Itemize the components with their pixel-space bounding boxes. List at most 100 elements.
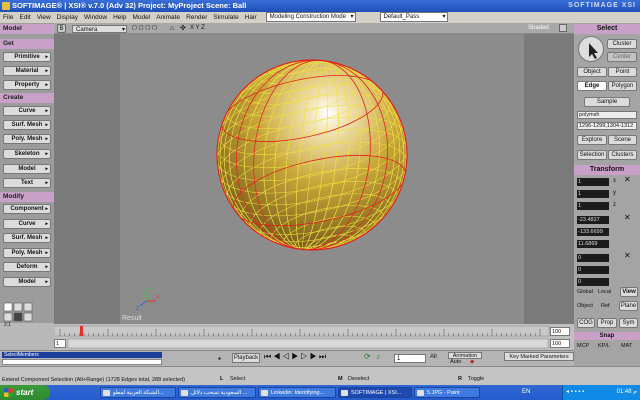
- maximize-viewport-icon[interactable]: [559, 24, 567, 32]
- taskbar-item[interactable]: SOFTIMAGE | XSI...: [338, 387, 412, 398]
- rotate-z-field[interactable]: 11.6869: [577, 240, 609, 248]
- 3d-viewport[interactable]: Y X Z Result: [54, 34, 574, 324]
- timeline-ruler[interactable]: [54, 324, 574, 350]
- axis-buttons[interactable]: X Y Z: [190, 23, 205, 34]
- property-button[interactable]: Property: [3, 80, 51, 90]
- plane-button[interactable]: Plane: [619, 301, 638, 311]
- view-button[interactable]: View: [620, 287, 638, 297]
- material-button[interactable]: Material: [3, 66, 51, 76]
- pass-select[interactable]: Default_Pass: [379, 12, 448, 23]
- scale-close-icon[interactable]: ✕: [624, 175, 631, 184]
- explore-button[interactable]: Explore: [577, 135, 607, 145]
- select-arrow-icon[interactable]: [578, 36, 604, 62]
- primitive-button[interactable]: Primitive: [3, 52, 51, 62]
- shading-select[interactable]: Shaded: [528, 23, 549, 34]
- menu-display[interactable]: Display: [54, 12, 81, 23]
- component-button[interactable]: Component: [3, 204, 51, 214]
- view-icons[interactable]: ◻ ◻ ◻ ◻: [132, 23, 157, 34]
- component-range-field[interactable]: 1296-1299,1304-1312: [577, 122, 637, 130]
- start-button[interactable]: start: [0, 385, 50, 400]
- create-surf-mesh-button[interactable]: Surf. Mesh: [3, 120, 51, 130]
- translate-y-field[interactable]: 0: [577, 266, 609, 274]
- object-ref-button[interactable]: Object: [577, 303, 593, 309]
- transport-icons[interactable]: ⏮◀◁▶▷▶⏭: [264, 352, 328, 362]
- translate-x-field[interactable]: 0: [577, 254, 609, 262]
- clusters-button[interactable]: Clusters: [608, 150, 637, 160]
- cluster-button[interactable]: Cluster: [607, 39, 637, 49]
- stop-icon[interactable]: ▪: [218, 354, 221, 363]
- key-icon[interactable]: ◆: [470, 359, 474, 365]
- polygon-button[interactable]: Polygon: [608, 81, 637, 91]
- prop-button[interactable]: Prop: [597, 318, 617, 328]
- modify-curve-button[interactable]: Curve: [3, 219, 51, 229]
- modify-model-button[interactable]: Model: [3, 277, 51, 287]
- lock-icon[interactable]: ⌂: [170, 23, 174, 34]
- key-marked-button[interactable]: Key Marked Parameters: [504, 352, 574, 361]
- create-curve-button[interactable]: Curve: [3, 106, 51, 116]
- mat-button[interactable]: MAT: [621, 343, 632, 349]
- deform-button[interactable]: Deform: [3, 262, 51, 272]
- modify-surf-mesh-button[interactable]: Surf. Mesh: [3, 233, 51, 243]
- translate-z-field[interactable]: 0: [577, 278, 609, 286]
- create-poly-mesh-button[interactable]: Poly. Mesh: [3, 134, 51, 144]
- taskbar-item[interactable]: 5.JPG - Paint: [414, 387, 480, 398]
- viewport-scene[interactable]: Y X Z: [54, 34, 574, 324]
- mode-select[interactable]: Modeling Construction Mode: [265, 12, 356, 23]
- scene-button[interactable]: Scene: [608, 135, 637, 145]
- ref-button[interactable]: Ref: [601, 303, 610, 309]
- viewport-layout-icon[interactable]: [3, 302, 51, 322]
- selection-button[interactable]: Selection: [577, 150, 607, 160]
- menu-animate[interactable]: Animate: [153, 12, 183, 23]
- auto-key-label[interactable]: Auto: [450, 359, 461, 365]
- camera-select[interactable]: Camera: [72, 25, 127, 34]
- tray-icons[interactable]: ◂ ▪ ▪ ▪ ▪: [566, 389, 584, 395]
- viewport-letter-b[interactable]: B: [57, 24, 66, 33]
- text-button[interactable]: Text: [3, 178, 51, 188]
- taskbar-item[interactable]: الشبكة العربية لمطو...: [100, 387, 176, 398]
- cog-button[interactable]: COG: [577, 318, 595, 328]
- rotate-close-icon[interactable]: ✕: [624, 213, 631, 222]
- sym-button[interactable]: Sym: [619, 318, 638, 328]
- mcp-button[interactable]: MCP: [577, 343, 589, 349]
- animation-button[interactable]: Animation: [448, 352, 482, 359]
- edge-button[interactable]: Edge: [577, 81, 607, 91]
- timeline[interactable]: 1 100 100: [54, 324, 574, 350]
- language-indicator[interactable]: EN: [522, 385, 530, 400]
- global-button[interactable]: Global: [577, 289, 593, 295]
- menu-help[interactable]: Help: [110, 12, 129, 23]
- start-frame-field[interactable]: 1: [54, 339, 66, 348]
- taskbar-item[interactable]: Linkedin: Identifying...: [258, 387, 336, 398]
- scale-y-field[interactable]: 1: [577, 190, 609, 198]
- point-button[interactable]: Point: [608, 67, 637, 77]
- object-button[interactable]: Object: [577, 67, 607, 77]
- taskbar-item[interactable]: السعودية تسحب دلائل ...: [178, 387, 256, 398]
- model-tab[interactable]: Model: [0, 24, 54, 34]
- translate-close-icon[interactable]: ✕: [624, 251, 631, 260]
- menu-view[interactable]: View: [34, 12, 54, 23]
- rotate-x-field[interactable]: -23.4827: [577, 216, 609, 224]
- center-button[interactable]: Center: [607, 52, 637, 62]
- menu-model[interactable]: Model: [129, 12, 153, 23]
- current-frame-field[interactable]: 1: [394, 354, 426, 363]
- create-model-button[interactable]: Model: [3, 164, 51, 174]
- playback-button[interactable]: Playback: [232, 353, 260, 363]
- menu-file[interactable]: File: [0, 12, 16, 23]
- loop-icon[interactable]: ⟳: [364, 352, 371, 361]
- modify-poly-mesh-button[interactable]: Poly. Mesh: [3, 248, 51, 258]
- end-frame-field[interactable]: 100: [550, 327, 570, 336]
- script-field[interactable]: [2, 359, 162, 365]
- local-button[interactable]: Local: [598, 289, 611, 295]
- rotate-y-field[interactable]: -133.6699: [577, 228, 609, 236]
- menu-window[interactable]: Window: [81, 12, 110, 23]
- audio-icon[interactable]: ♪: [376, 352, 380, 361]
- skeleton-button[interactable]: Skeleton: [3, 149, 51, 159]
- pin-icon[interactable]: ✜: [180, 23, 186, 34]
- menu-render[interactable]: Render: [183, 12, 210, 23]
- menu-edit[interactable]: Edit: [16, 12, 33, 23]
- all-label[interactable]: All: [430, 354, 437, 360]
- object-name-field[interactable]: polymsh: [577, 111, 637, 119]
- menu-hair[interactable]: Hair: [242, 12, 260, 23]
- scale-z-field[interactable]: 1: [577, 202, 609, 210]
- command-input[interactable]: SelectMembers: [2, 352, 162, 358]
- sphere-object[interactable]: [208, 48, 417, 261]
